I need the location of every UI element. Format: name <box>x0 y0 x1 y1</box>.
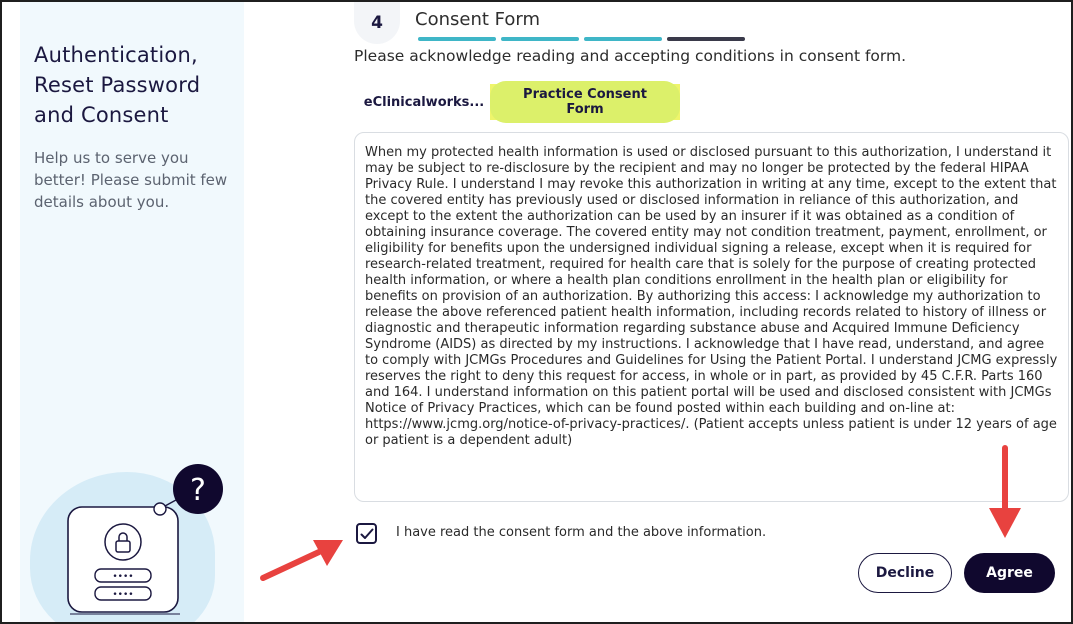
consent-checkbox-label[interactable]: I have read the consent form and the abo… <box>396 525 766 540</box>
sidebar-subtitle: Help us to serve you better! Please subm… <box>34 149 228 211</box>
sidebar-title: Authentication, Reset Password and Conse… <box>34 43 201 127</box>
password-mask-1: •••• <box>112 572 133 582</box>
progress-segment-2 <box>501 37 579 41</box>
step-number-badge: 4 <box>354 2 400 44</box>
check-icon <box>360 528 373 539</box>
progress-segment-3 <box>584 37 662 41</box>
tab-label: Practice Consent Form <box>490 81 680 123</box>
progress-segment-1 <box>418 37 496 41</box>
password-mask-2: •••• <box>112 590 133 600</box>
consent-checkbox[interactable] <box>356 523 377 544</box>
tab-practice-consent-form[interactable]: Practice Consent Form <box>490 81 680 123</box>
consent-text: When my protected health information is … <box>365 145 1058 448</box>
annotation-arrow-agree-icon <box>989 445 1021 538</box>
consent-instruction: Please acknowledge reading and accepting… <box>354 47 907 65</box>
tab-eclinicalworks[interactable]: eClinicalworks... <box>362 84 486 120</box>
lock-illustration: •••• •••• ? <box>50 457 230 622</box>
step-title: Consent Form <box>415 9 540 30</box>
question-mark-icon: ? <box>190 473 206 508</box>
agree-button[interactable]: Agree <box>964 553 1055 593</box>
annotation-arrow-checkbox-icon <box>260 540 343 581</box>
step-progress-bar <box>418 37 748 41</box>
progress-segment-4 <box>667 37 745 41</box>
sidebar: Authentication, Reset Password and Conse… <box>20 2 244 622</box>
decline-button[interactable]: Decline <box>858 553 952 593</box>
consent-text-panel[interactable]: When my protected health information is … <box>354 132 1069 502</box>
app-frame: Authentication, Reset Password and Conse… <box>0 0 1073 624</box>
